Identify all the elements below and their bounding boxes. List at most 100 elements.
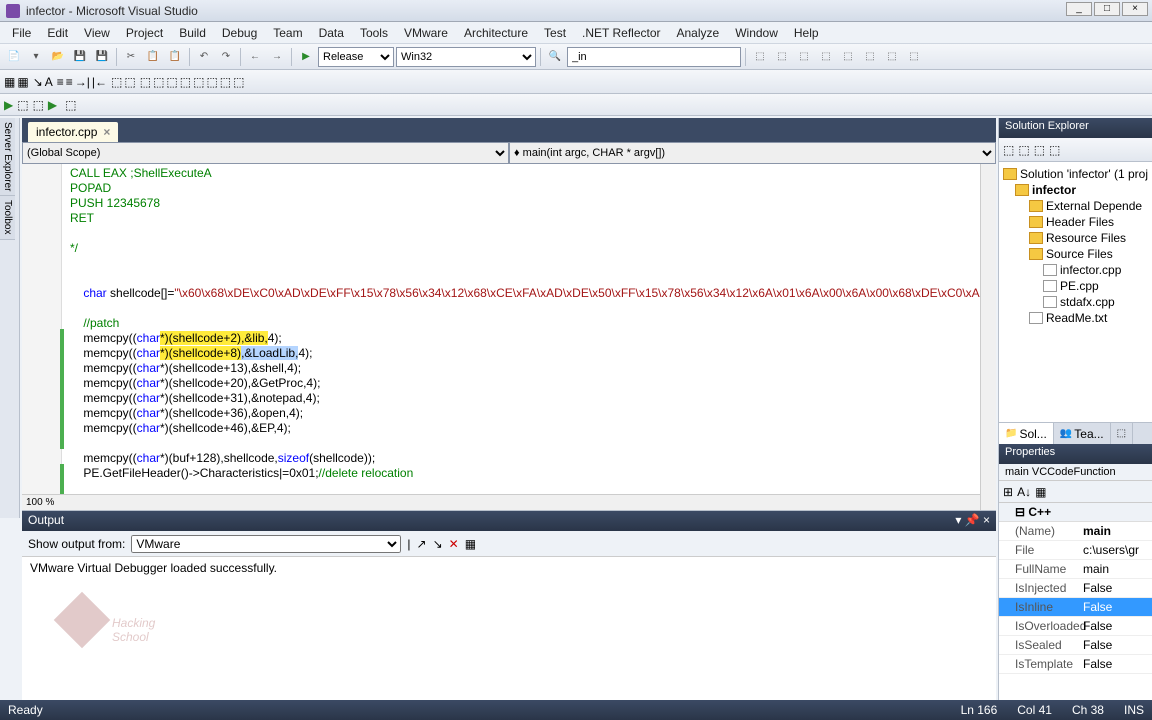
menu-project[interactable]: Project [118, 24, 171, 42]
tb2-n[interactable]: ⬚ [233, 75, 244, 89]
menu-view[interactable]: View [76, 24, 118, 42]
tb2-j[interactable]: ⬚ [180, 75, 191, 89]
nav-fwd-icon[interactable]: → [267, 47, 287, 67]
tab-other[interactable]: ⬚ [1111, 423, 1133, 444]
undo-icon[interactable]: ↶ [194, 47, 214, 67]
file-stdafx[interactable]: stdafx.cpp [1060, 295, 1115, 309]
menu-help[interactable]: Help [786, 24, 827, 42]
tb2-a[interactable]: ▦ [4, 75, 15, 89]
menu-reflector[interactable]: .NET Reflector [574, 24, 668, 42]
sol-tb-c[interactable]: ⬚ [1034, 143, 1045, 157]
tb2-c[interactable]: ↘ [33, 75, 43, 89]
comment-icon[interactable]: ≡ [57, 75, 64, 89]
out-tb-e[interactable]: ▦ [465, 537, 476, 551]
menu-debug[interactable]: Debug [214, 24, 265, 42]
toolbox-tab[interactable]: Toolbox [0, 196, 15, 239]
scope-right[interactable]: ♦ main(int argc, CHAR * argv[]) [509, 142, 996, 164]
sol-tb-d[interactable]: ⬚ [1049, 143, 1060, 157]
output-source-select[interactable]: VMware [131, 535, 401, 553]
tb-icon-c[interactable]: ⬚ [794, 47, 814, 67]
tb-icon-f[interactable]: ⬚ [860, 47, 880, 67]
header-files[interactable]: Header Files [1046, 215, 1114, 229]
sol-tb-b[interactable]: ⬚ [1018, 143, 1029, 157]
add-item-icon[interactable]: ▾ [26, 47, 46, 67]
menu-file[interactable]: File [4, 24, 39, 42]
ext-deps[interactable]: External Depende [1046, 199, 1142, 213]
tb2-l[interactable]: ⬚ [206, 75, 217, 89]
editor-hscroll[interactable]: 100 % [22, 494, 980, 510]
file-infector[interactable]: infector.cpp [1060, 263, 1121, 277]
source-files[interactable]: Source Files [1046, 247, 1113, 261]
menu-test[interactable]: Test [536, 24, 574, 42]
close-icon[interactable]: × [103, 125, 110, 139]
file-pe[interactable]: PE.cpp [1060, 279, 1099, 293]
output-body[interactable]: VMware Virtual Debugger loaded successfu… [22, 557, 996, 700]
resource-files[interactable]: Resource Files [1046, 231, 1126, 245]
dbg-start-icon[interactable]: ▶ [4, 98, 13, 112]
tb2-g[interactable]: ⬚ [140, 75, 151, 89]
tb2-k[interactable]: ⬚ [193, 75, 204, 89]
props-category[interactable]: ⊟ C++ [999, 503, 1152, 522]
tb-icon-a[interactable]: ⬚ [750, 47, 770, 67]
tab-team[interactable]: 👥 Tea... [1054, 423, 1111, 444]
file-readme[interactable]: ReadMe.txt [1046, 311, 1107, 325]
uncomment-icon[interactable]: ≡ [66, 75, 73, 89]
tb2-m[interactable]: ⬚ [220, 75, 231, 89]
properties-grid[interactable]: ⊟ C++ (Name)main Filec:\users\gr FullNam… [999, 503, 1152, 700]
menu-build[interactable]: Build [171, 24, 214, 42]
copy-icon[interactable]: 📋 [143, 47, 163, 67]
menu-data[interactable]: Data [311, 24, 352, 42]
out-clear-icon[interactable]: ✕ [449, 537, 459, 551]
tb-icon-e[interactable]: ⬚ [838, 47, 858, 67]
tb2-h[interactable]: ⬚ [153, 75, 164, 89]
save-all-icon[interactable]: 💾 [92, 47, 112, 67]
project-node[interactable]: infector [1032, 183, 1076, 197]
platform-select[interactable]: Win32 [396, 47, 536, 67]
open-icon[interactable]: 📂 [48, 47, 68, 67]
find-files-icon[interactable]: 🔍 [545, 47, 565, 67]
outdent-icon[interactable]: |← [92, 75, 107, 89]
menu-window[interactable]: Window [727, 24, 786, 42]
props-pg-icon[interactable]: ▦ [1035, 485, 1046, 499]
tb2-i[interactable]: ⬚ [166, 75, 177, 89]
menu-edit[interactable]: Edit [39, 24, 76, 42]
menu-tools[interactable]: Tools [352, 24, 396, 42]
dbg-b-icon[interactable]: ⬚ [17, 98, 28, 112]
sol-tb-a[interactable]: ⬚ [1003, 143, 1014, 157]
new-project-icon[interactable]: 📄 [4, 47, 24, 67]
nav-back-icon[interactable]: ← [245, 47, 265, 67]
tb2-f[interactable]: ⬚ [124, 75, 135, 89]
save-icon[interactable]: 💾 [70, 47, 90, 67]
scope-left[interactable]: (Global Scope) [22, 142, 509, 164]
maximize-button[interactable]: □ [1094, 2, 1120, 16]
props-az-icon[interactable]: A↓ [1017, 485, 1031, 499]
server-explorer-tab[interactable]: Server Explorer [0, 118, 15, 196]
dbg-d-icon[interactable]: ▶ [48, 98, 57, 112]
solution-root[interactable]: Solution 'infector' (1 proj [1020, 167, 1148, 181]
redo-icon[interactable]: ↷ [216, 47, 236, 67]
out-tb-c[interactable]: ↘ [433, 537, 443, 551]
menu-vmware[interactable]: VMware [396, 24, 456, 42]
find-input[interactable] [567, 47, 741, 67]
solution-tree[interactable]: Solution 'infector' (1 proj infector Ext… [999, 162, 1152, 422]
properties-object[interactable]: main VCCodeFunction [999, 464, 1152, 481]
cut-icon[interactable]: ✂ [121, 47, 141, 67]
editor-vscroll[interactable] [980, 164, 996, 510]
minimize-button[interactable]: _ [1066, 2, 1092, 16]
tb2-d[interactable]: A [45, 75, 53, 89]
props-cat-icon[interactable]: ⊞ [1003, 485, 1013, 499]
tab-solution[interactable]: 📁 Sol... [999, 423, 1054, 444]
tab-infector[interactable]: infector.cpp × [28, 122, 118, 142]
tb2-b[interactable]: ▦ [17, 75, 28, 89]
start-icon[interactable]: ▶ [296, 47, 316, 67]
close-button[interactable]: × [1122, 2, 1148, 16]
tb2-e[interactable]: ⬚ [111, 75, 122, 89]
config-select[interactable]: Release [318, 47, 394, 67]
tb-icon-g[interactable]: ⬚ [882, 47, 902, 67]
tb-icon-h[interactable]: ⬚ [904, 47, 924, 67]
code-editor[interactable]: CALL EAX ;ShellExecuteA POPAD PUSH 12345… [22, 164, 996, 510]
dbg-c-icon[interactable]: ⬚ [33, 98, 44, 112]
zoom-level[interactable]: 100 % [26, 495, 54, 510]
paste-icon[interactable]: 📋 [165, 47, 185, 67]
indent-icon[interactable]: →| [75, 75, 90, 89]
